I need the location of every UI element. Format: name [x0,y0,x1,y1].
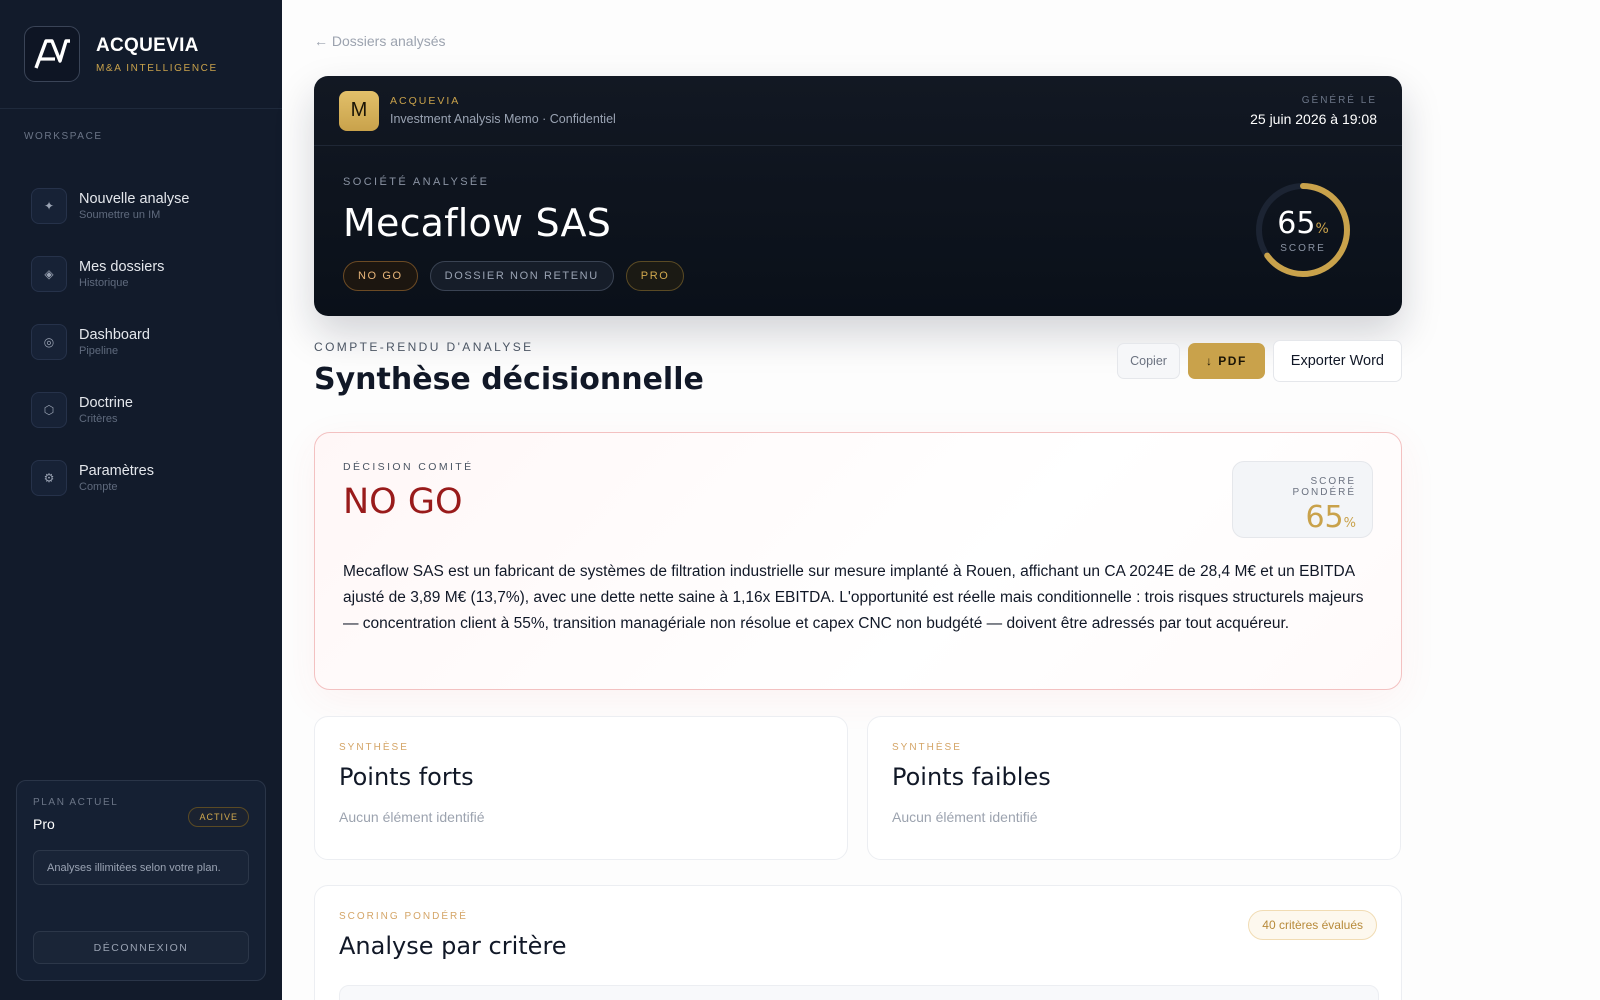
diamond-icon: ◈ [31,256,67,292]
weighted-score-label: SCORE PONDÉRÉ [1292,476,1356,498]
plan-box: PLAN ACTUEL Pro ACTIVE Analyses illimité… [16,780,266,981]
weaknesses-card: SYNTHÈSE Points faibles Aucun élément id… [867,716,1401,860]
section-label: COMPTE-RENDU D'ANALYSE [314,340,534,354]
copy-button[interactable]: Copier [1117,343,1180,379]
sidebar-nav: ✦ Nouvelle analyse Soumettre un IM ◈ Mes… [31,172,263,512]
tag-no-go: NO GO [343,261,418,291]
score-value: 65% [1277,206,1329,241]
sidebar-item-nouvelle-analyse[interactable]: ✦ Nouvelle analyse Soumettre un IM [31,172,263,240]
sidebar-item-dashboard[interactable]: ◎ Dashboard Pipeline [31,308,263,376]
sidebar-item-mes-dossiers[interactable]: ◈ Mes dossiers Historique [31,240,263,308]
decision-value: NO GO [343,482,463,522]
hexagon-icon: ⬡ [31,392,67,428]
main-content: ← Dossiers analysés M ACQUEVIA Investmen… [282,0,1600,1000]
sidebar-item-sublabel: Soumettre un IM [79,209,161,221]
memo-hero-card: M ACQUEVIA Investment Analysis Memo · Co… [314,76,1402,316]
sidebar-item-sublabel: Critères [79,413,118,425]
tag-list: NO GO DOSSIER NON RETENU PRO [343,261,1373,291]
sidebar-item-label: Mes dossiers [79,259,165,275]
generated-date: 25 juin 2026 à 19:08 [1250,110,1377,127]
criteria-table [339,985,1379,1000]
hero-memo-type: Investment Analysis Memo · Confidentiel [390,112,616,126]
export-word-button[interactable]: Exporter Word [1272,340,1402,382]
sidebar-item-label: Doctrine [79,395,133,411]
weaknesses-title: Points faibles [892,763,1051,791]
criteria-label: SCORING PONDÉRÉ [339,911,468,922]
sidebar-item-sublabel: Historique [79,277,129,289]
decision-summary: Mecaflow SAS est un fabricant de système… [343,563,1364,632]
weighted-score-box: SCORE PONDÉRÉ 65% [1232,461,1373,538]
criteria-title: Analyse par critère [339,932,567,960]
weaknesses-label: SYNTHÈSE [892,742,962,753]
gear-icon: ⚙ [31,460,67,496]
sidebar-item-label: Dashboard [79,327,150,343]
strengths-empty: Aucun élément identifié [339,809,485,825]
criteria-card: SCORING PONDÉRÉ Analyse par critère 40 c… [314,885,1402,1000]
sidebar-item-label: Paramètres [79,463,154,479]
score-label: SCORE [1280,243,1326,254]
plan-info: Analyses illimitées selon votre plan. [33,850,249,885]
criteria-count-badge: 40 critères évalués [1248,910,1377,940]
brand[interactable]: ACQUEVIA M&A INTELLIGENCE [0,0,282,109]
sidebar-item-parametres[interactable]: ⚙ Paramètres Compte [31,444,263,512]
sidebar-item-doctrine[interactable]: ⬡ Doctrine Critères [31,376,263,444]
pdf-button[interactable]: ↓ PDF [1187,343,1265,379]
sidebar-item-sublabel: Pipeline [79,345,119,357]
decision-card: DÉCISION COMITÉ NO GO SCORE PONDÉRÉ 65% … [314,432,1402,690]
brand-logo-icon [24,26,80,82]
tag-pro: PRO [625,261,685,291]
generated-label: GÉNÉRÉ LE [1301,94,1377,106]
target-icon: ◎ [31,324,67,360]
company-logo: M [339,90,379,131]
strengths-title: Points forts [339,763,474,791]
strengths-label: SYNTHÈSE [339,742,409,753]
decision-label: DÉCISION COMITÉ [343,461,474,473]
sidebar-item-sublabel: Compte [79,481,118,493]
company-label: SOCIÉTÉ ANALYSÉE [343,176,490,188]
back-link[interactable]: ← Dossiers analysés [314,33,446,49]
sidebar: ACQUEVIA M&A INTELLIGENCE WORKSPACE ✦ No… [0,0,282,1000]
weighted-score-value: 65% [1305,500,1356,535]
brand-name: ACQUEVIA [96,34,199,56]
logout-button[interactable]: DÉCONNEXION [33,931,249,964]
page-title: Synthèse décisionnelle [314,362,704,397]
hero-brand: ACQUEVIA [390,95,461,107]
workspace-label: WORKSPACE [24,131,103,142]
weaknesses-empty: Aucun élément identifié [892,809,1038,825]
export-actions: Copier ↓ PDF Exporter Word [1117,340,1402,382]
sparkle-icon: ✦ [31,188,67,224]
tag-dossier-non-retenu: DOSSIER NON RETENU [429,261,614,291]
brand-subtitle: M&A INTELLIGENCE [96,62,218,74]
hero-header: M ACQUEVIA Investment Analysis Memo · Co… [314,76,1402,146]
sidebar-item-label: Nouvelle analyse [79,191,190,207]
company-name: Mecaflow SAS [343,201,612,245]
score-ring: 65% SCORE [1253,180,1353,280]
strengths-card: SYNTHÈSE Points forts Aucun élément iden… [314,716,848,860]
plan-status-badge: ACTIVE [188,807,249,827]
